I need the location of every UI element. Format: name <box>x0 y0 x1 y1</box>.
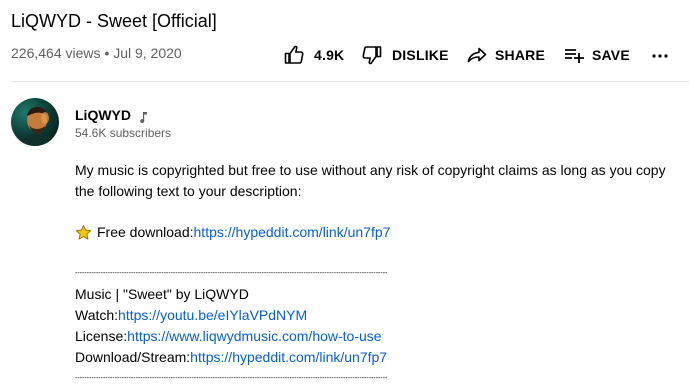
thumbs-up-icon <box>282 43 306 67</box>
download-link[interactable]: https://hypeddit.com/link/un7fp7 <box>190 347 387 368</box>
description-line: the following text to your description: <box>75 183 302 199</box>
thumbs-down-icon <box>360 43 384 67</box>
watch-line: Watch: https://youtu.be/eIYlaVPdNYM <box>75 305 685 326</box>
save-button[interactable]: SAVE <box>562 42 630 68</box>
share-button[interactable]: SHARE <box>465 42 545 68</box>
description-line: My music is copyrighted but free to use … <box>75 162 666 178</box>
dislike-label: DISLIKE <box>392 47 449 63</box>
free-download-label: Free download: <box>97 224 194 240</box>
share-icon <box>465 43 489 67</box>
like-count: 4.9K <box>314 47 345 63</box>
video-title: LiQWYD - Sweet [Official] <box>11 11 217 31</box>
subscriber-count: 54.6K subscribers <box>75 126 172 140</box>
channel-name-text: LiQWYD <box>75 107 131 123</box>
save-label: SAVE <box>592 47 630 63</box>
channel-avatar[interactable] <box>11 98 59 146</box>
music-credit-line: Music | "Sweet" by LiQWYD <box>75 286 249 302</box>
like-button[interactable]: 4.9K <box>282 42 344 68</box>
more-vert-icon <box>648 43 672 67</box>
section-divider <box>11 81 689 82</box>
license-label: License: <box>75 328 128 344</box>
music-note-icon <box>138 109 148 124</box>
license-link[interactable]: https://www.liqwydmusic.com/how-to-use <box>127 326 381 347</box>
watch-link[interactable]: https://youtu.be/eIYlaVPdNYM <box>118 305 307 326</box>
playlist-add-icon <box>562 43 586 67</box>
license-line: License: https://www.liqwydmusic.com/how… <box>75 326 685 347</box>
dislike-button[interactable]: DISLIKE <box>360 42 449 68</box>
dashed-separator: ----------------------------------------… <box>75 375 388 382</box>
free-download-line: Free download: https://hypeddit.com/link… <box>75 222 685 243</box>
video-description: My music is copyrighted but free to use … <box>75 160 685 386</box>
free-download-link[interactable]: https://hypeddit.com/link/un7fp7 <box>194 222 391 243</box>
watch-label: Watch: <box>75 307 119 323</box>
download-label: Download/Stream: <box>75 349 191 365</box>
download-line: Download/Stream: https://hypeddit.com/li… <box>75 347 685 368</box>
star-icon <box>75 224 92 241</box>
channel-name[interactable]: LiQWYD <box>75 106 148 124</box>
dashed-separator: ----------------------------------------… <box>75 270 388 277</box>
more-actions-button[interactable] <box>648 42 672 68</box>
share-label: SHARE <box>495 47 546 63</box>
video-actions-bar: 4.9K DISLIKE SHARE SAVE <box>0 42 689 68</box>
